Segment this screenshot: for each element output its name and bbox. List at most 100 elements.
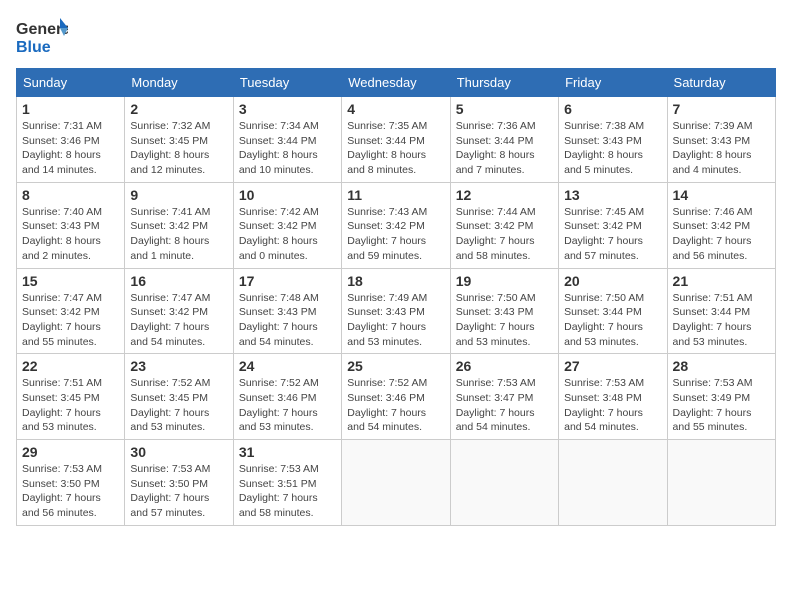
table-row: 22 Sunrise: 7:51 AM Sunset: 3:45 PM Dayl… — [17, 354, 125, 440]
daylight-label: Daylight: 7 hours and 54 minutes. — [130, 321, 209, 348]
sunrise-label: Sunrise: 7:52 AM — [130, 377, 210, 389]
day-number: 18 — [347, 273, 444, 289]
col-thursday: Thursday — [450, 69, 558, 97]
day-info: Sunrise: 7:53 AM Sunset: 3:51 PM Dayligh… — [239, 462, 336, 521]
daylight-label: Daylight: 7 hours and 56 minutes. — [673, 235, 752, 262]
sunrise-label: Sunrise: 7:31 AM — [22, 120, 102, 132]
day-number: 28 — [673, 358, 770, 374]
sunset-label: Sunset: 3:43 PM — [673, 135, 751, 147]
sunset-label: Sunset: 3:44 PM — [239, 135, 317, 147]
day-number: 27 — [564, 358, 661, 374]
sunset-label: Sunset: 3:43 PM — [239, 306, 317, 318]
daylight-label: Daylight: 7 hours and 58 minutes. — [239, 492, 318, 519]
day-number: 8 — [22, 187, 119, 203]
sunset-label: Sunset: 3:44 PM — [673, 306, 751, 318]
daylight-label: Daylight: 8 hours and 8 minutes. — [347, 149, 426, 176]
sunrise-label: Sunrise: 7:52 AM — [239, 377, 319, 389]
day-number: 23 — [130, 358, 227, 374]
table-row: 23 Sunrise: 7:52 AM Sunset: 3:45 PM Dayl… — [125, 354, 233, 440]
day-info: Sunrise: 7:53 AM Sunset: 3:48 PM Dayligh… — [564, 376, 661, 435]
daylight-label: Daylight: 7 hours and 54 minutes. — [456, 407, 535, 434]
daylight-label: Daylight: 7 hours and 56 minutes. — [22, 492, 101, 519]
day-info: Sunrise: 7:52 AM Sunset: 3:46 PM Dayligh… — [347, 376, 444, 435]
sunrise-label: Sunrise: 7:46 AM — [673, 206, 753, 218]
sunset-label: Sunset: 3:44 PM — [456, 135, 534, 147]
table-row — [559, 440, 667, 526]
col-monday: Monday — [125, 69, 233, 97]
sunset-label: Sunset: 3:50 PM — [130, 478, 208, 490]
day-info: Sunrise: 7:53 AM Sunset: 3:50 PM Dayligh… — [22, 462, 119, 521]
calendar-week-row: 22 Sunrise: 7:51 AM Sunset: 3:45 PM Dayl… — [17, 354, 776, 440]
table-row: 8 Sunrise: 7:40 AM Sunset: 3:43 PM Dayli… — [17, 182, 125, 268]
table-row — [667, 440, 775, 526]
sunrise-label: Sunrise: 7:53 AM — [673, 377, 753, 389]
daylight-label: Daylight: 7 hours and 59 minutes. — [347, 235, 426, 262]
day-number: 17 — [239, 273, 336, 289]
daylight-label: Daylight: 7 hours and 53 minutes. — [673, 321, 752, 348]
daylight-label: Daylight: 7 hours and 53 minutes. — [564, 321, 643, 348]
sunset-label: Sunset: 3:43 PM — [347, 306, 425, 318]
table-row: 18 Sunrise: 7:49 AM Sunset: 3:43 PM Dayl… — [342, 268, 450, 354]
table-row: 20 Sunrise: 7:50 AM Sunset: 3:44 PM Dayl… — [559, 268, 667, 354]
sunset-label: Sunset: 3:46 PM — [347, 392, 425, 404]
sunrise-label: Sunrise: 7:53 AM — [239, 463, 319, 475]
daylight-label: Daylight: 7 hours and 53 minutes. — [239, 407, 318, 434]
sunrise-label: Sunrise: 7:44 AM — [456, 206, 536, 218]
day-number: 20 — [564, 273, 661, 289]
table-row: 7 Sunrise: 7:39 AM Sunset: 3:43 PM Dayli… — [667, 97, 775, 183]
day-info: Sunrise: 7:41 AM Sunset: 3:42 PM Dayligh… — [130, 205, 227, 264]
sunset-label: Sunset: 3:42 PM — [673, 220, 751, 232]
sunrise-label: Sunrise: 7:53 AM — [130, 463, 210, 475]
day-info: Sunrise: 7:31 AM Sunset: 3:46 PM Dayligh… — [22, 119, 119, 178]
sunset-label: Sunset: 3:48 PM — [564, 392, 642, 404]
sunset-label: Sunset: 3:42 PM — [456, 220, 534, 232]
day-number: 30 — [130, 444, 227, 460]
sunrise-label: Sunrise: 7:53 AM — [456, 377, 536, 389]
day-info: Sunrise: 7:38 AM Sunset: 3:43 PM Dayligh… — [564, 119, 661, 178]
day-number: 12 — [456, 187, 553, 203]
day-number: 9 — [130, 187, 227, 203]
table-row — [450, 440, 558, 526]
day-info: Sunrise: 7:48 AM Sunset: 3:43 PM Dayligh… — [239, 291, 336, 350]
table-row: 28 Sunrise: 7:53 AM Sunset: 3:49 PM Dayl… — [667, 354, 775, 440]
calendar-week-row: 29 Sunrise: 7:53 AM Sunset: 3:50 PM Dayl… — [17, 440, 776, 526]
table-row: 13 Sunrise: 7:45 AM Sunset: 3:42 PM Dayl… — [559, 182, 667, 268]
day-number: 4 — [347, 101, 444, 117]
table-row: 19 Sunrise: 7:50 AM Sunset: 3:43 PM Dayl… — [450, 268, 558, 354]
day-info: Sunrise: 7:45 AM Sunset: 3:42 PM Dayligh… — [564, 205, 661, 264]
day-number: 31 — [239, 444, 336, 460]
table-row: 11 Sunrise: 7:43 AM Sunset: 3:42 PM Dayl… — [342, 182, 450, 268]
calendar-table: Sunday Monday Tuesday Wednesday Thursday… — [16, 68, 776, 526]
table-row: 26 Sunrise: 7:53 AM Sunset: 3:47 PM Dayl… — [450, 354, 558, 440]
sunrise-label: Sunrise: 7:43 AM — [347, 206, 427, 218]
day-info: Sunrise: 7:52 AM Sunset: 3:46 PM Dayligh… — [239, 376, 336, 435]
sunset-label: Sunset: 3:42 PM — [130, 306, 208, 318]
daylight-label: Daylight: 7 hours and 57 minutes. — [130, 492, 209, 519]
day-number: 16 — [130, 273, 227, 289]
day-number: 6 — [564, 101, 661, 117]
sunrise-label: Sunrise: 7:53 AM — [564, 377, 644, 389]
daylight-label: Daylight: 7 hours and 54 minutes. — [564, 407, 643, 434]
daylight-label: Daylight: 8 hours and 1 minute. — [130, 235, 209, 262]
main-container: General Blue Sunday Monday Tuesday Wedne… — [0, 0, 792, 534]
day-info: Sunrise: 7:50 AM Sunset: 3:44 PM Dayligh… — [564, 291, 661, 350]
table-row: 27 Sunrise: 7:53 AM Sunset: 3:48 PM Dayl… — [559, 354, 667, 440]
table-row — [342, 440, 450, 526]
table-row: 4 Sunrise: 7:35 AM Sunset: 3:44 PM Dayli… — [342, 97, 450, 183]
calendar-week-row: 15 Sunrise: 7:47 AM Sunset: 3:42 PM Dayl… — [17, 268, 776, 354]
day-info: Sunrise: 7:53 AM Sunset: 3:50 PM Dayligh… — [130, 462, 227, 521]
day-number: 26 — [456, 358, 553, 374]
sunrise-label: Sunrise: 7:42 AM — [239, 206, 319, 218]
day-info: Sunrise: 7:44 AM Sunset: 3:42 PM Dayligh… — [456, 205, 553, 264]
sunrise-label: Sunrise: 7:38 AM — [564, 120, 644, 132]
day-info: Sunrise: 7:51 AM Sunset: 3:45 PM Dayligh… — [22, 376, 119, 435]
table-row: 31 Sunrise: 7:53 AM Sunset: 3:51 PM Dayl… — [233, 440, 341, 526]
daylight-label: Daylight: 8 hours and 4 minutes. — [673, 149, 752, 176]
day-info: Sunrise: 7:40 AM Sunset: 3:43 PM Dayligh… — [22, 205, 119, 264]
table-row: 29 Sunrise: 7:53 AM Sunset: 3:50 PM Dayl… — [17, 440, 125, 526]
sunrise-label: Sunrise: 7:47 AM — [22, 292, 102, 304]
sunset-label: Sunset: 3:44 PM — [564, 306, 642, 318]
daylight-label: Daylight: 7 hours and 53 minutes. — [347, 321, 426, 348]
sunset-label: Sunset: 3:46 PM — [22, 135, 100, 147]
sunset-label: Sunset: 3:42 PM — [22, 306, 100, 318]
